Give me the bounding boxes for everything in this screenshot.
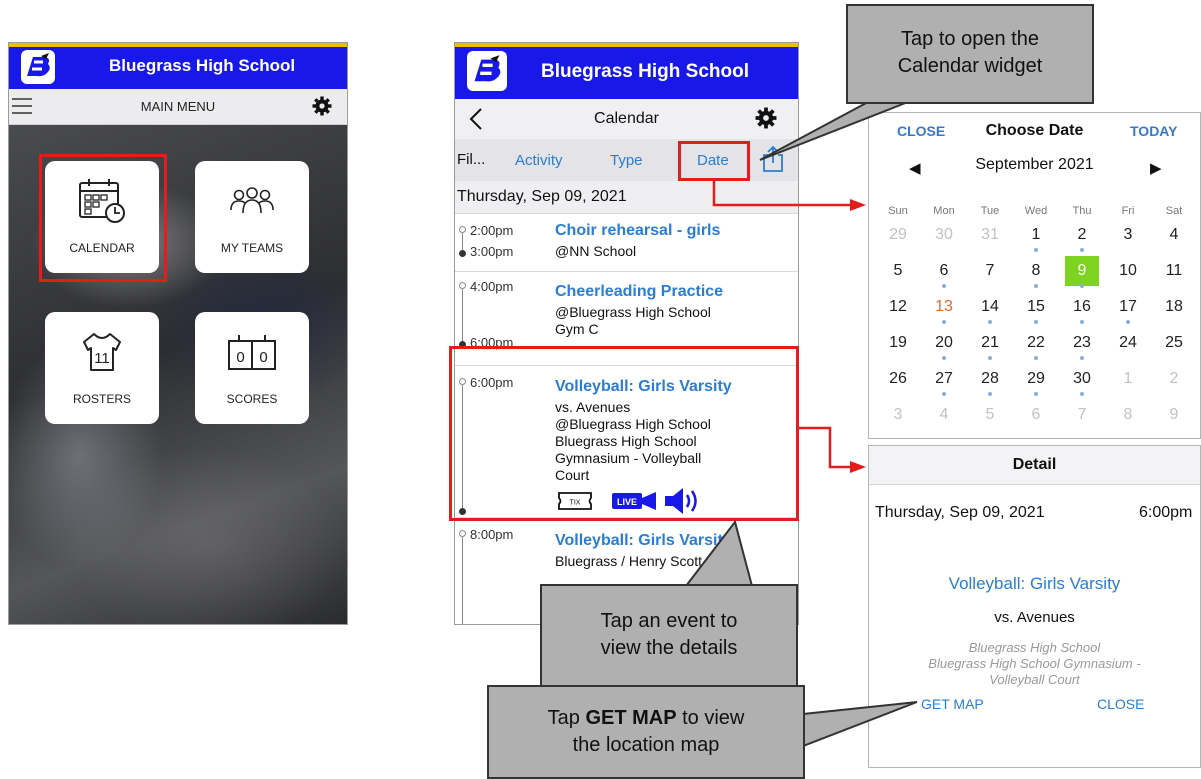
callout-line: Tap GET MAP to view (489, 705, 803, 732)
callout-bold-text: GET MAP (585, 707, 677, 729)
callout-tail-calendar (759, 101, 909, 161)
callout-text: Tap (547, 707, 586, 729)
callout-line: Calendar widget (897, 55, 1043, 77)
red-arrowhead-detail (850, 461, 866, 473)
red-arrowhead-calendar (850, 199, 866, 211)
callout-get-map: Tap GET MAP to view the location map (487, 685, 805, 779)
callout-tail-event (683, 519, 754, 587)
callout-line: the location map (572, 734, 720, 756)
red-arrow-to-calendar (712, 181, 852, 207)
callout-calendar-widget: Tap to open the Calendar widget (846, 4, 1094, 104)
callout-line: view the details (600, 637, 738, 659)
callout-line: Tap to open the (901, 28, 1039, 50)
callout-text: to view (676, 707, 745, 729)
callout-event: Tap an event to view the details (540, 584, 798, 687)
red-arrow-to-detail (799, 426, 852, 469)
callout-line: Tap an event to (600, 610, 738, 632)
callout-tail-getmap (802, 701, 918, 748)
